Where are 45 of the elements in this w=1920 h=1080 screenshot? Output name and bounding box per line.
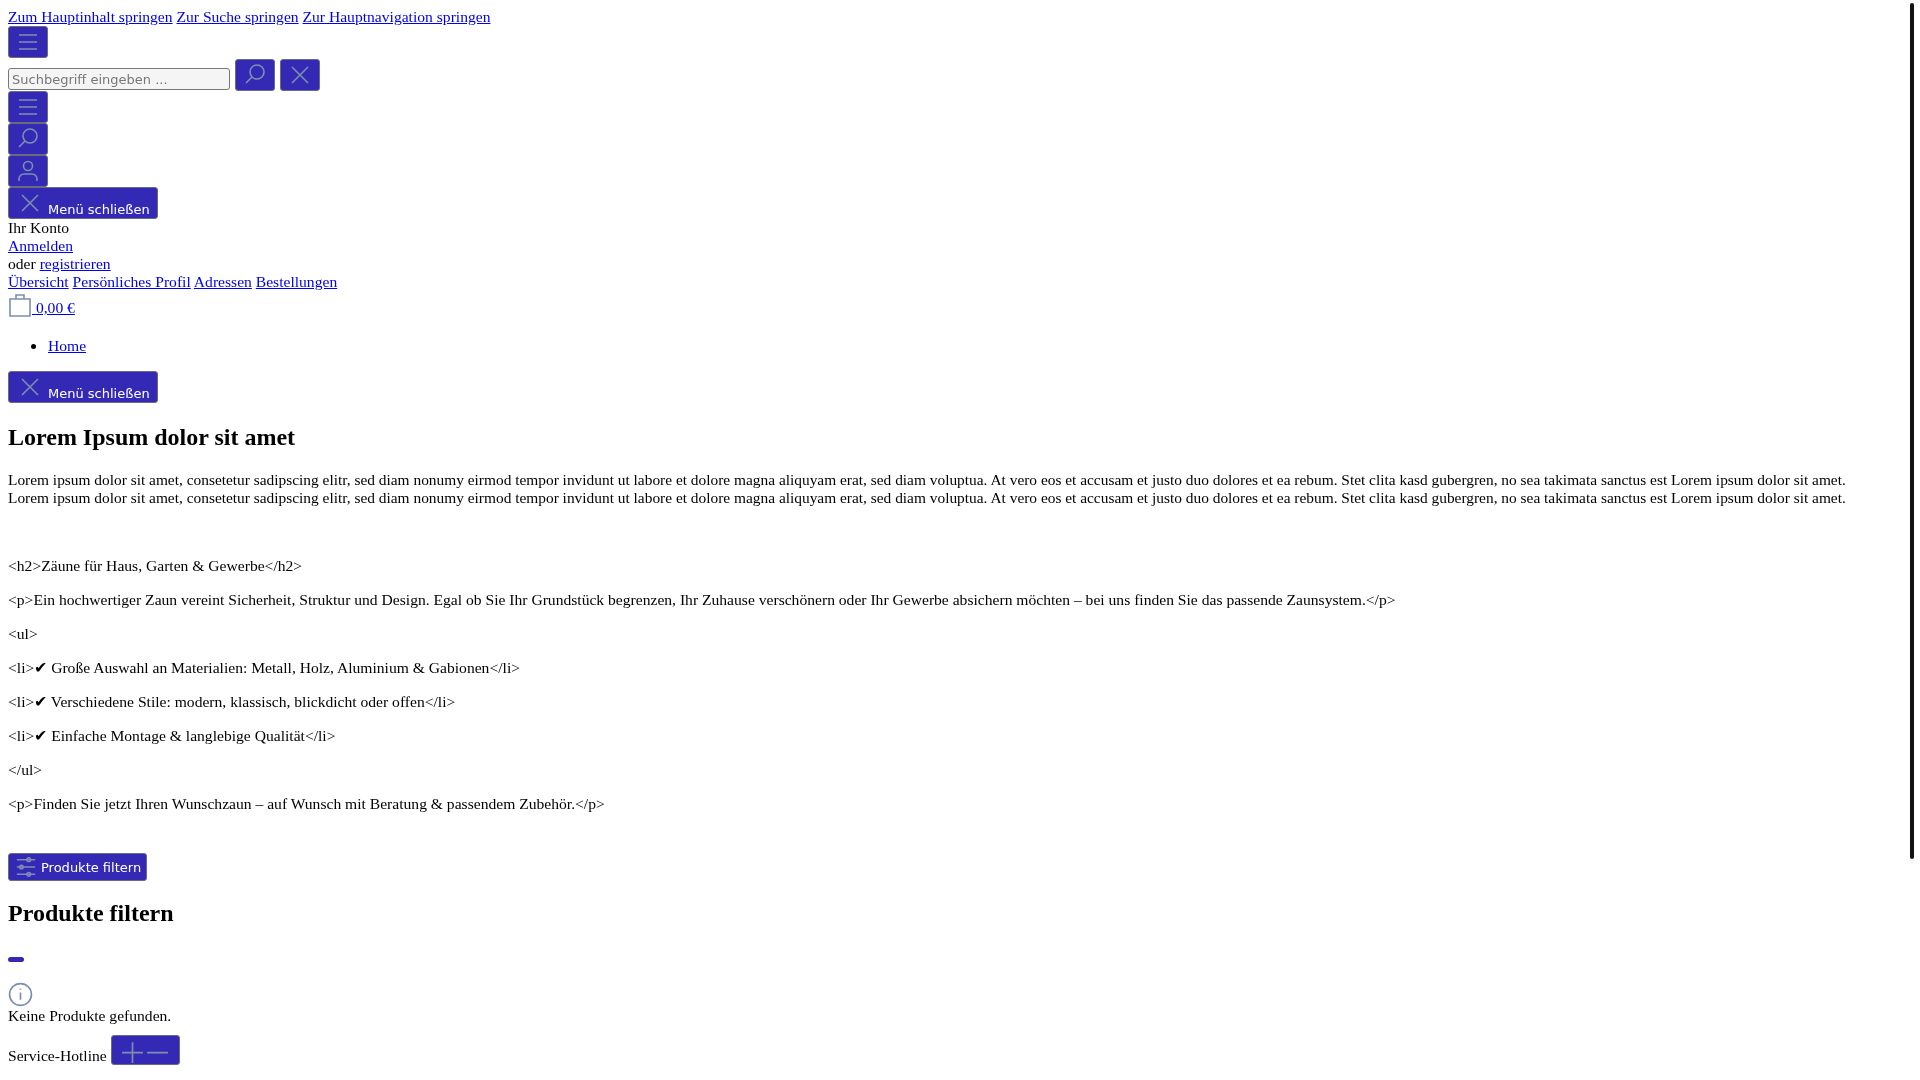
register-link[interactable]: registrieren — [39, 255, 111, 272]
filter-button[interactable]: Produkte filtern — [8, 853, 148, 881]
markup-text: <li>✔ Verschiedene Stile: modern, klassisch, blickdicht oder offen</li> — [8, 693, 456, 710]
toggle-button[interactable] — [110, 1035, 180, 1065]
paragraph-line: Lorem ipsum dolor sit amet, consetetur sadipscing elitr, sed diam nonumy eirmod tempor invidunt ut labore et dolore magna aliquyam erat, sed diam voluptua. At vero eos et accusam et justo duo dolores et ea rebum. Stet clita kasd gubergren, no sea takimata sanctus est Lorem ipsum dolor sit amet. — [8, 471, 1847, 489]
menu-button[interactable] — [8, 26, 48, 58]
bullet-icon — [31, 344, 36, 349]
bag-icon — [8, 293, 32, 317]
loading-indicator — [8, 957, 24, 962]
markup-text: <ul> — [8, 625, 38, 642]
account-link[interactable]: Adressen — [193, 273, 252, 290]
user-icon — [16, 159, 40, 183]
account-link[interactable]: Übersicht — [8, 273, 69, 290]
cart-link[interactable]: 0,00 € — [8, 293, 75, 317]
filter-heading: Produkte filtern — [8, 899, 175, 927]
hotline-label: Service-Hotline — [8, 1047, 107, 1065]
breadcrumb-link[interactable]: Home — [48, 337, 87, 354]
close-menu-button[interactable]: Menü schließen — [8, 371, 158, 403]
account-title: Ihr Konto — [8, 219, 70, 236]
close-button[interactable] — [280, 59, 320, 91]
search-button[interactable] — [235, 59, 275, 91]
markup-text: <li>✔ Einfache Montage & langlebige Qualität</li> — [8, 727, 336, 744]
account-link[interactable]: Persönliches Profil — [72, 273, 191, 290]
empty-message: Keine Produkte gefunden. — [8, 1007, 172, 1024]
login-link[interactable]: Anmelden — [8, 237, 73, 254]
markup-text: <h2>Zäune für Haus, Garten & Gewerbe</h2> — [8, 557, 303, 574]
markup-text: <li>✔ Große Auswahl an Materialien: Metall, Holz, Aluminium & Gabionen</li> — [8, 659, 520, 676]
scrollbar-thumb[interactable] — [1910, 3, 1914, 859]
markup-text: </ul> — [8, 761, 43, 778]
or-text: oder — [8, 255, 36, 272]
menu-button[interactable] — [8, 91, 48, 123]
markup-text: <p>Ein hochwertiger Zaun vereint Sicherheit, Struktur und Design. Egal ob Sie Ihr Grundstück begrenzen, Ihr Zuhause verschönern oder Ihr Gewerbe absichern möchten – bei uns finden Sie das passende Zaunsystem.</p> — [8, 591, 1396, 608]
account-button[interactable] — [8, 155, 48, 187]
sliders-icon — [15, 856, 37, 878]
markup-text: <p>Finden Sie jetzt Ihren Wunschzaun – auf Wunsch mit Beratung & passendem Zubehör.</p> — [8, 795, 605, 812]
skip-link[interactable]: Zur Suche springen — [176, 8, 299, 25]
close-menu-button[interactable]: Menü schließen — [8, 187, 158, 219]
search-field[interactable]: Suchbegriff eingeben ... — [8, 68, 230, 90]
info-icon — [8, 982, 33, 1007]
page-heading: Lorem Ipsum dolor sit amet — [8, 423, 297, 451]
skip-link[interactable]: Zur Hauptnavigation springen — [302, 8, 491, 25]
skip-link[interactable]: Zum Hauptinhalt springen — [8, 8, 173, 25]
account-link[interactable]: Bestellungen — [255, 273, 338, 290]
search-button[interactable] — [8, 123, 48, 155]
paragraph-line: Lorem ipsum dolor sit amet, consetetur sadipscing elitr, sed diam nonumy eirmod tempor invidunt ut labore et dolore magna aliquyam erat, sed diam voluptua. At vero eos et accusam et justo duo dolores et ea rebum. Stet clita kasd gubergren, no sea takimata sanctus est Lorem ipsum dolor sit amet. — [8, 489, 1847, 507]
